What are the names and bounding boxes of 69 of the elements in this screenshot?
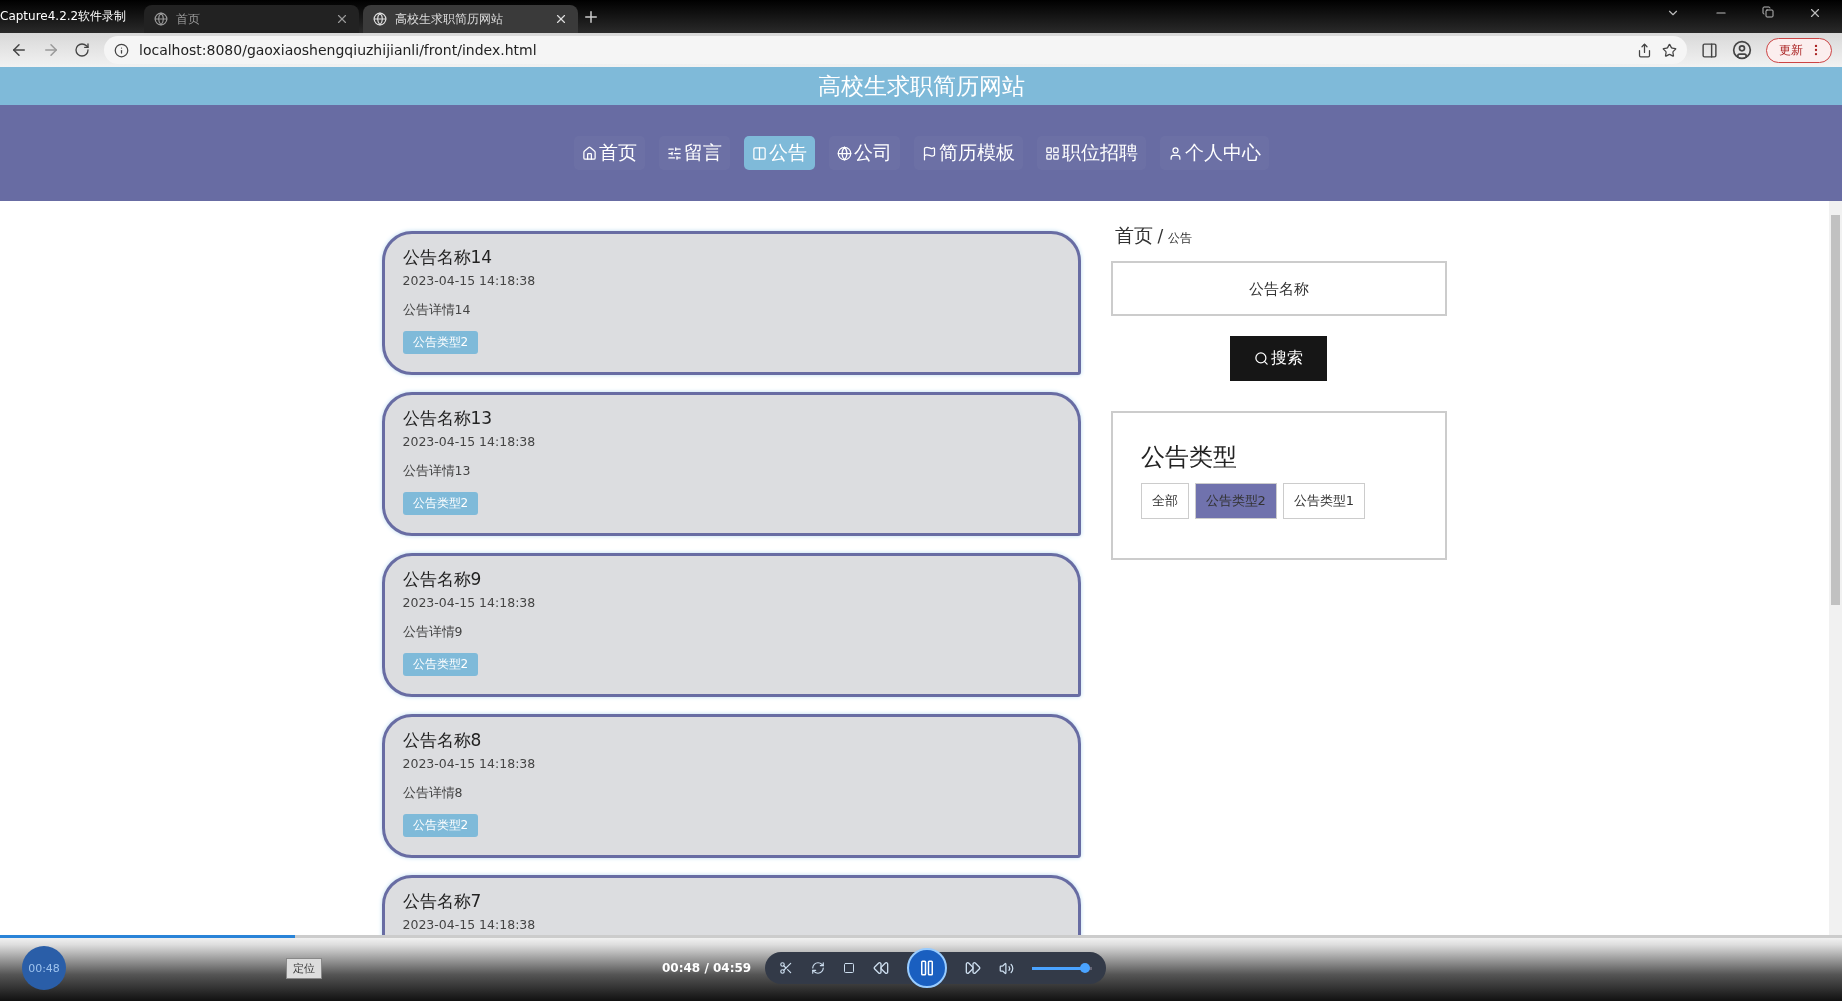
side-panel-icon[interactable]: [1701, 41, 1718, 59]
nav-item[interactable]: 个人中心: [1159, 136, 1269, 170]
notice-title[interactable]: 公告名称7: [402, 890, 482, 913]
notice-tag: 公告类型2: [402, 331, 479, 354]
notice-title[interactable]: 公告名称14: [402, 246, 493, 269]
recorder-title: Capture4.2.2软件录制: [0, 8, 128, 25]
notice-date: 2023-04-15 14:18:38: [402, 595, 536, 610]
notice-date: 2023-04-15 14:18:38: [402, 917, 536, 932]
progress-track[interactable]: [0, 935, 1842, 938]
star-icon[interactable]: [1662, 42, 1677, 58]
time-display: 00:48 / 04:59: [662, 961, 752, 975]
scissors-icon[interactable]: [779, 961, 794, 975]
notice-title[interactable]: 公告名称13: [402, 407, 493, 430]
breadcrumb-current: 公告: [1168, 230, 1193, 247]
nav-item[interactable]: 首页: [573, 136, 645, 170]
stop-icon[interactable]: [843, 962, 856, 974]
nav-item[interactable]: 公司: [828, 136, 900, 170]
nav-item[interactable]: 简历模板: [913, 136, 1023, 170]
notice-title[interactable]: 公告名称8: [402, 729, 482, 752]
restore-icon[interactable]: [1762, 5, 1774, 18]
browser-tab[interactable]: 高校生求职简历网站: [363, 5, 579, 33]
notice-date: 2023-04-15 14:18:38: [402, 434, 536, 449]
share-icon[interactable]: [1637, 42, 1652, 58]
profile-icon[interactable]: [1732, 40, 1752, 60]
notice-detail: 公告详情8: [402, 785, 463, 802]
user-icon: [1167, 145, 1183, 161]
notice-tag: 公告类型2: [402, 814, 479, 837]
flag-icon: [921, 145, 937, 161]
search-field[interactable]: 公告名称: [1110, 261, 1447, 316]
type-heading: 公告类型: [1140, 442, 1238, 473]
info-icon[interactable]: [114, 42, 129, 58]
notice-tag: 公告类型2: [402, 492, 479, 515]
notice-date: 2023-04-15 14:18:38: [402, 273, 536, 288]
search-icon: [1254, 351, 1269, 366]
loop-icon[interactable]: [811, 961, 826, 975]
type-filter[interactable]: 公告类型1: [1282, 483, 1366, 519]
notice-date: 2023-04-15 14:18:38: [402, 756, 536, 771]
elapsed-badge: 00:48: [22, 946, 66, 990]
notice-detail: 公告详情14: [402, 302, 471, 319]
breadcrumb-link[interactable]: 首页: [1114, 223, 1153, 249]
nav-item[interactable]: 职位招聘: [1036, 136, 1146, 170]
sliders-icon: [666, 145, 682, 161]
notice-detail: 公告详情9: [402, 624, 463, 641]
columns-icon: [751, 145, 767, 161]
notice-detail: 公告详情13: [402, 463, 471, 480]
volume-slider[interactable]: [1032, 963, 1093, 973]
site-title: 高校生求职简历网站: [817, 71, 1025, 101]
globe-icon: [154, 12, 169, 26]
notice-title[interactable]: 公告名称9: [402, 568, 482, 591]
globe-icon: [836, 145, 852, 161]
volume-icon[interactable]: [999, 960, 1015, 976]
locate-button[interactable]: 定位: [286, 957, 322, 979]
notice-tag: 公告类型2: [402, 653, 479, 676]
grid-icon: [1044, 145, 1060, 161]
update-button[interactable]: 更新: [1766, 37, 1832, 63]
rewind-icon[interactable]: [873, 960, 890, 976]
url-field[interactable]: localhost:8080/gaoxiaoshengqiuzhijianli/front/index.html: [139, 42, 537, 58]
reload-icon[interactable]: [74, 42, 90, 58]
browser-tab[interactable]: 首页: [144, 5, 360, 33]
globe-icon: [373, 12, 388, 26]
back-icon[interactable]: [10, 41, 28, 59]
breadcrumb-separator: /: [1157, 226, 1164, 246]
type-filter[interactable]: 全部: [1140, 483, 1189, 519]
search-button[interactable]: 搜索: [1230, 336, 1327, 381]
fast-forward-icon[interactable]: [965, 960, 982, 976]
nav-item[interactable]: 留言: [658, 136, 730, 170]
pause-button[interactable]: [907, 948, 948, 988]
volume-knob[interactable]: [1079, 963, 1090, 973]
home-icon: [581, 145, 597, 161]
